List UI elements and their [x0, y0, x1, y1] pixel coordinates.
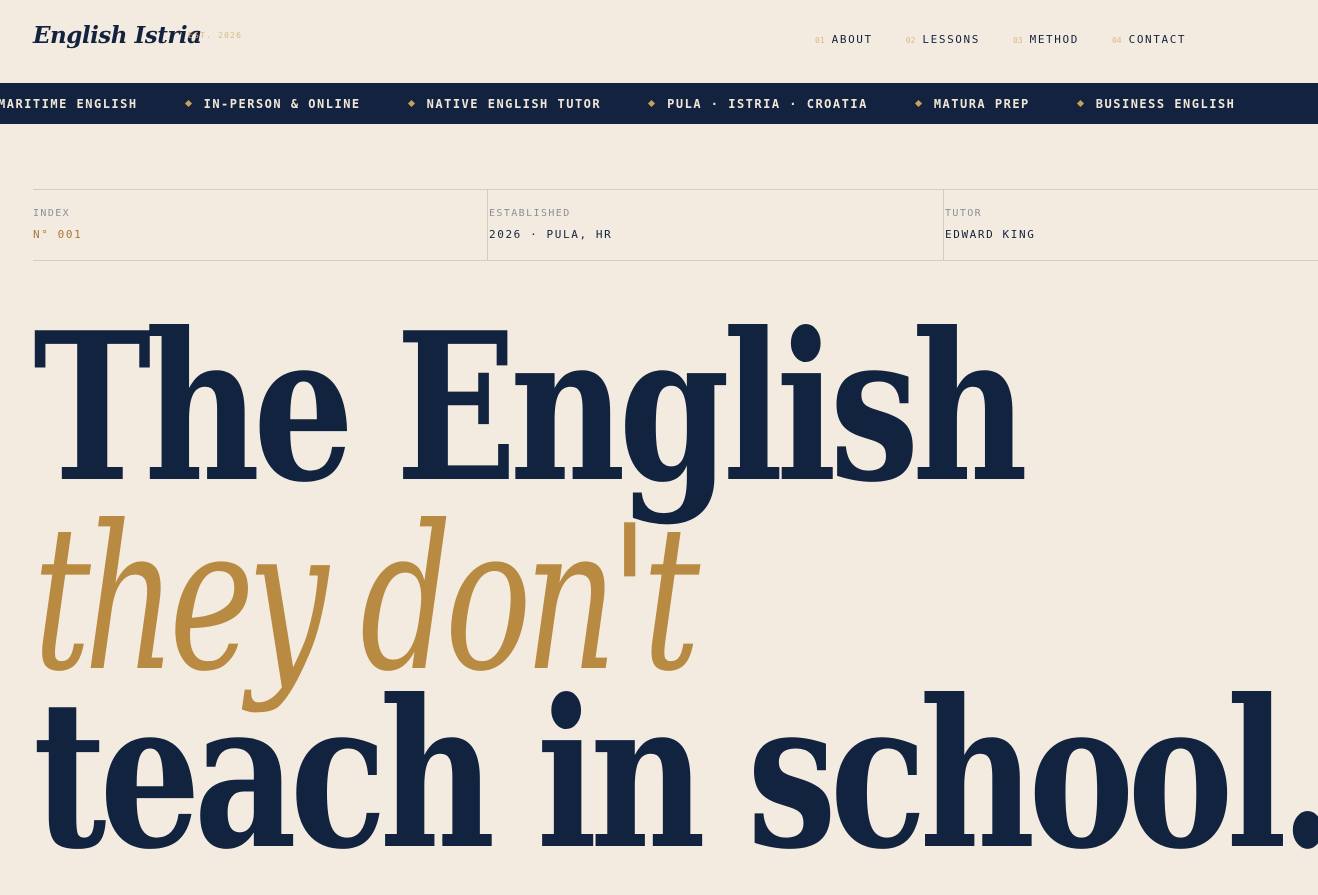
- diamond-icon: [407, 99, 415, 108]
- meta-tutor: TUTOR EDWARD KING: [943, 190, 1318, 260]
- marquee-text: PULA · ISTRIA · CROATIA: [667, 96, 868, 111]
- diamond-icon: [648, 99, 656, 108]
- marquee-text: BUSINESS ENGLISH: [1095, 96, 1236, 111]
- meta-value: 2026 · PULA, HR: [489, 228, 613, 241]
- meta-label: INDEX: [33, 208, 71, 219]
- marquee-item: IN-PERSON & ONLINE: [184, 96, 361, 111]
- marquee-item: NATIVE ENGLISH TUTOR: [407, 96, 602, 111]
- meta-row: INDEX N° 001 ESTABLISHED 2026 · PULA, HR…: [33, 189, 1318, 261]
- nav-number: 03: [1012, 36, 1023, 45]
- marquee-text: MARITIME ENGLISH: [0, 96, 138, 111]
- meta-index: INDEX N° 001: [33, 190, 487, 260]
- nav-item-contact[interactable]: 04 CONTACT: [1112, 33, 1186, 46]
- site-logo[interactable]: English Istria: [33, 22, 202, 49]
- site-header: English Istria EST. 2026 01 ABOUT 02 LES…: [0, 0, 1318, 82]
- meta-label: ESTABLISHED: [489, 208, 571, 219]
- diamond-icon: [914, 99, 922, 108]
- diamond-icon: [1076, 99, 1084, 108]
- meta-established: ESTABLISHED 2026 · PULA, HR: [487, 190, 943, 260]
- meta-value: N° 001: [33, 228, 83, 241]
- nav-label: LESSONS: [922, 33, 980, 46]
- marquee-text: NATIVE ENGLISH TUTOR: [426, 96, 602, 111]
- nav-number: 02: [905, 36, 916, 45]
- nav-number: 04: [1111, 36, 1122, 45]
- marquee-item: PULA · ISTRIA · CROATIA: [648, 96, 868, 111]
- nav-item-lessons[interactable]: 02 LESSONS: [906, 33, 980, 46]
- marquee-item: MARITIME ENGLISH: [0, 97, 138, 111]
- diamond-icon: [184, 99, 192, 108]
- marquee-track: MARITIME ENGLISH IN-PERSON & ONLINE NATI…: [0, 83, 1235, 124]
- nav-number: 01: [815, 36, 825, 45]
- established-tag: EST. 2026: [188, 31, 243, 40]
- topic-marquee: MARITIME ENGLISH IN-PERSON & ONLINE NATI…: [0, 83, 1318, 124]
- nav-item-about[interactable]: 01 ABOUT: [815, 33, 873, 46]
- headline-line-1: The English: [33, 288, 1028, 528]
- marquee-text: IN-PERSON & ONLINE: [203, 96, 361, 111]
- marquee-item: BUSINESS ENGLISH: [1076, 96, 1236, 111]
- nav-label: CONTACT: [1128, 33, 1187, 46]
- hero-headline: The English they don't teach in school.: [33, 288, 1318, 877]
- nav-label: METHOD: [1029, 33, 1079, 46]
- meta-value: EDWARD KING: [945, 228, 1036, 241]
- marquee-item: MATURA PREP: [914, 96, 1030, 111]
- marquee-text: MATURA PREP: [933, 96, 1030, 111]
- headline-line-3: teach in school.: [33, 655, 1318, 895]
- meta-label: TUTOR: [945, 208, 983, 219]
- nav-item-method[interactable]: 03 METHOD: [1013, 33, 1079, 46]
- nav-label: ABOUT: [831, 33, 873, 46]
- main-nav: 01 ABOUT 02 LESSONS 03 METHOD 04 CONTACT: [815, 33, 1219, 46]
